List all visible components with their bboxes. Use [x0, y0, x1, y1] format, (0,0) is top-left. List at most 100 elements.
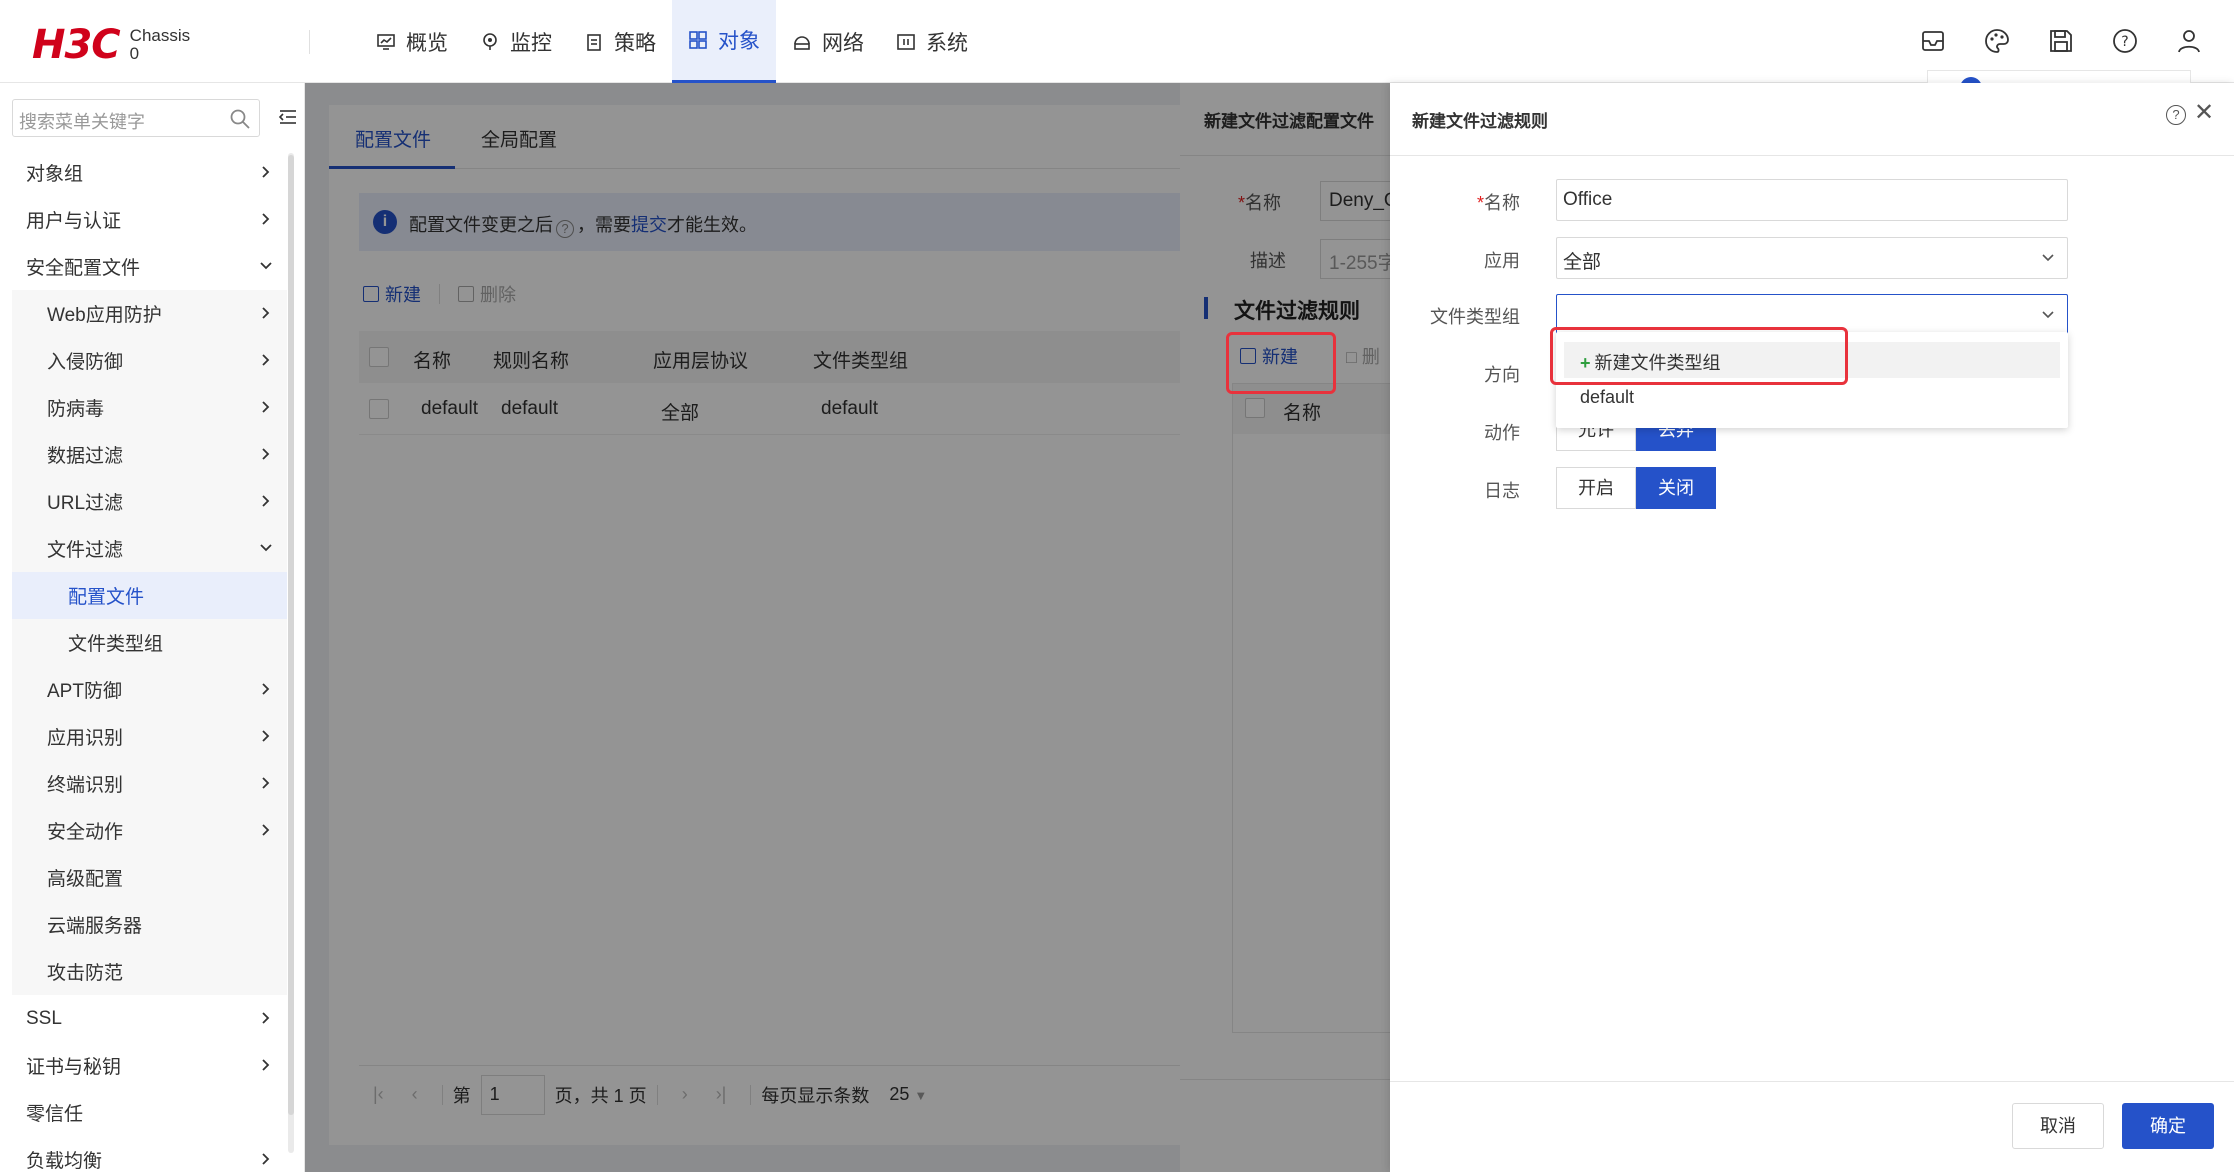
- sidebar-item-entry-5[interactable]: 防病毒: [12, 384, 287, 431]
- chevron-right-icon: [262, 1059, 270, 1071]
- required-mark: *: [1476, 193, 1484, 213]
- sidebar-item-entry-8[interactable]: 文件过滤: [12, 525, 287, 572]
- nav-label: 监控: [510, 31, 552, 55]
- sidebar: 搜索菜单关键字 对象组用户与认证安全配置文件 Web应用防护入侵防御防病毒数据过滤…: [0, 83, 305, 1172]
- chevron-right-icon: [262, 824, 270, 836]
- chevron-right-icon: [262, 448, 270, 460]
- top-header: H3C Chassis 0 概览 监控 策略 对象 网络 系统 ?: [0, 0, 2234, 83]
- chevron-right-icon: [262, 401, 270, 413]
- help-icon[interactable]: ?: [2166, 105, 2186, 125]
- sidebar-item-label: 安全配置文件: [26, 258, 141, 279]
- log-off-button[interactable]: 关闭: [1636, 467, 1716, 509]
- chevron-right-icon: [262, 777, 270, 789]
- sidebar-item-label: 对象组: [26, 164, 84, 185]
- search-placeholder: 搜索菜单关键字: [19, 112, 145, 132]
- rule-name-input[interactable]: Office: [1556, 179, 2068, 221]
- log-toggle: 开启 关闭: [1556, 467, 1716, 509]
- chevron-right-icon: [262, 354, 270, 366]
- search-icon[interactable]: [229, 108, 251, 130]
- sidebar-item-entry-12[interactable]: 应用识别: [12, 713, 287, 760]
- policy-icon: [587, 33, 601, 51]
- action-label: 动作: [1484, 423, 1520, 443]
- sidebar-item-url-7[interactable]: URL过滤: [12, 478, 287, 525]
- menu-search-input[interactable]: 搜索菜单关键字: [12, 99, 260, 137]
- nav-monitor[interactable]: 监控: [464, 0, 568, 83]
- header-divider: [309, 30, 310, 54]
- cancel-button[interactable]: 取消: [2012, 1103, 2104, 1149]
- sidebar-menu: 对象组用户与认证安全配置文件 Web应用防护入侵防御防病毒数据过滤 URL过滤文件过…: [12, 149, 287, 1172]
- chevron-down-icon: [2042, 254, 2054, 262]
- chevron-right-icon: [262, 683, 270, 695]
- sidebar-item-apt-11[interactable]: APT防御: [12, 666, 287, 713]
- sidebar-item-entry-15[interactable]: 高级配置: [12, 854, 287, 901]
- help-icon[interactable]: ?: [2110, 26, 2140, 56]
- log-on-button[interactable]: 开启: [1556, 467, 1636, 509]
- sidebar-item-label: 安全动作: [47, 822, 124, 843]
- sidebar-item-entry-2[interactable]: 安全配置文件: [12, 243, 287, 290]
- save-icon[interactable]: [2046, 26, 2076, 56]
- sidebar-item-entry-10[interactable]: 文件类型组: [12, 619, 287, 666]
- nav-label: 策略: [614, 31, 656, 55]
- nav-system[interactable]: 系统: [880, 0, 984, 83]
- rule-drawer-title: 新建文件过滤规则: [1412, 112, 1548, 131]
- sidebar-item-entry-9[interactable]: 配置文件: [12, 572, 287, 619]
- sidebar-item-ssl-18[interactable]: SSL: [12, 995, 287, 1042]
- sidebar-item-label: 用户与认证: [26, 211, 122, 232]
- dropdown-option-default[interactable]: default: [1564, 380, 2060, 416]
- user-icon[interactable]: [2174, 26, 2204, 56]
- sidebar-item-label: 入侵防御: [47, 352, 124, 373]
- profile-drawer-mask[interactable]: [1180, 83, 1390, 1172]
- sidebar-item-label: URL过滤: [47, 493, 124, 514]
- app-select[interactable]: 全部: [1556, 237, 2068, 279]
- sidebar-item-entry-19[interactable]: 证书与秘钥: [12, 1042, 287, 1089]
- sidebar-item-label: 数据过滤: [47, 446, 124, 467]
- nav-label: 网络: [822, 31, 864, 55]
- nav-label: 系统: [926, 31, 968, 55]
- profile-drawer: 新建文件过滤配置文件 *名称 Deny_O 描述 1-255字 文件过滤规则 新…: [1180, 83, 1432, 1172]
- chevron-down-icon: [260, 262, 272, 270]
- highlight-new-filetype-group: [1550, 327, 1848, 385]
- network-icon: [794, 35, 810, 50]
- sidebar-item-entry-16[interactable]: 云端服务器: [12, 901, 287, 948]
- logo-text: H3C: [32, 22, 121, 68]
- chevron-right-icon: [262, 495, 270, 507]
- chevron-right-icon: [262, 1012, 270, 1024]
- collapse-sidebar-icon[interactable]: [278, 107, 298, 127]
- close-icon[interactable]: ✕: [2194, 101, 2214, 125]
- dashboard-icon: [377, 33, 395, 50]
- h3c-logo[interactable]: H3C Chassis 0: [32, 22, 190, 68]
- nav-objects[interactable]: 对象: [672, 0, 776, 83]
- sidebar-item-entry-17[interactable]: 攻击防范: [12, 948, 287, 995]
- nav-network[interactable]: 网络: [776, 0, 880, 83]
- sidebar-item-entry-0[interactable]: 对象组: [12, 149, 287, 196]
- rule-name-label: *名称: [1390, 189, 1520, 215]
- rule-drawer: 新建文件过滤规则 ? ✕ *名称 Office 应用 全部 文件类型组 方向 动…: [1390, 83, 2234, 1172]
- main-nav: 概览 监控 策略 对象 网络 系统: [360, 0, 984, 83]
- sidebar-item-entry-13[interactable]: 终端识别: [12, 760, 287, 807]
- sidebar-scrollbar[interactable]: [288, 155, 294, 1115]
- inbox-icon[interactable]: [1918, 26, 1948, 56]
- sidebar-item-label: SSL: [26, 1007, 62, 1029]
- sidebar-item-entry-21[interactable]: 负载均衡: [12, 1136, 287, 1172]
- sidebar-item-entry-20[interactable]: 零信任: [12, 1089, 287, 1136]
- chevron-right-icon: [262, 730, 270, 742]
- confirm-button[interactable]: 确定: [2122, 1103, 2214, 1149]
- sidebar-item-entry-6[interactable]: 数据过滤: [12, 431, 287, 478]
- highlight-new-rule: [1226, 332, 1336, 394]
- monitor-icon: [483, 32, 497, 50]
- chevron-right-icon: [262, 166, 270, 178]
- sidebar-item-entry-1[interactable]: 用户与认证: [12, 196, 287, 243]
- nav-policy[interactable]: 策略: [568, 0, 672, 83]
- nav-overview[interactable]: 概览: [360, 0, 464, 83]
- log-label: 日志: [1484, 481, 1520, 501]
- sidebar-item-entry-4[interactable]: 入侵防御: [12, 337, 287, 384]
- sidebar-item-label: APT防御: [47, 681, 122, 702]
- system-icon: [897, 33, 915, 50]
- sidebar-item-label: 终端识别: [47, 775, 124, 796]
- palette-icon[interactable]: [1982, 26, 2012, 56]
- drawer-divider: [1390, 155, 2234, 156]
- sidebar-item-label: 高级配置: [47, 869, 124, 890]
- sidebar-item-web-3[interactable]: Web应用防护: [12, 290, 287, 337]
- svg-text:?: ?: [2121, 34, 2128, 50]
- sidebar-item-entry-14[interactable]: 安全动作: [12, 807, 287, 854]
